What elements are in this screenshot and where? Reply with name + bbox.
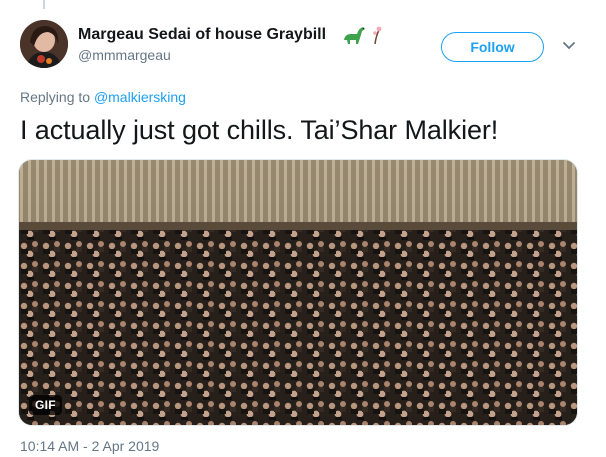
- tweet-card: Margeau Sedai of house Graybill @mmmarge…: [0, 0, 606, 457]
- name-emoji-icon: [344, 26, 382, 45]
- tweet-media-gif[interactable]: GIF: [18, 159, 578, 426]
- blossom-emoji: [373, 26, 382, 45]
- avatar[interactable]: [20, 20, 68, 68]
- reply-mention-link[interactable]: @malkiersking: [94, 89, 186, 105]
- reply-context: Replying to @malkiersking: [20, 89, 186, 105]
- author-display-name[interactable]: Margeau Sedai of house Graybill: [78, 26, 326, 44]
- sauropod-emoji: [344, 27, 365, 44]
- follow-button[interactable]: Follow: [441, 32, 544, 62]
- reply-prefix: Replying to: [20, 89, 94, 105]
- gif-badge: GIF: [29, 395, 62, 415]
- tweet-text: I actually just got chills. Tai’Shar Mal…: [20, 115, 499, 145]
- author-handle[interactable]: @mmmargeau: [78, 47, 171, 63]
- audience-clapping-gif: [19, 160, 577, 425]
- thread-connector-line: [43, 0, 45, 9]
- tweet-timestamp[interactable]: 10:14 AM - 2 Apr 2019: [20, 438, 159, 454]
- avatar-photo: [20, 20, 68, 68]
- chevron-down-icon[interactable]: [562, 41, 576, 51]
